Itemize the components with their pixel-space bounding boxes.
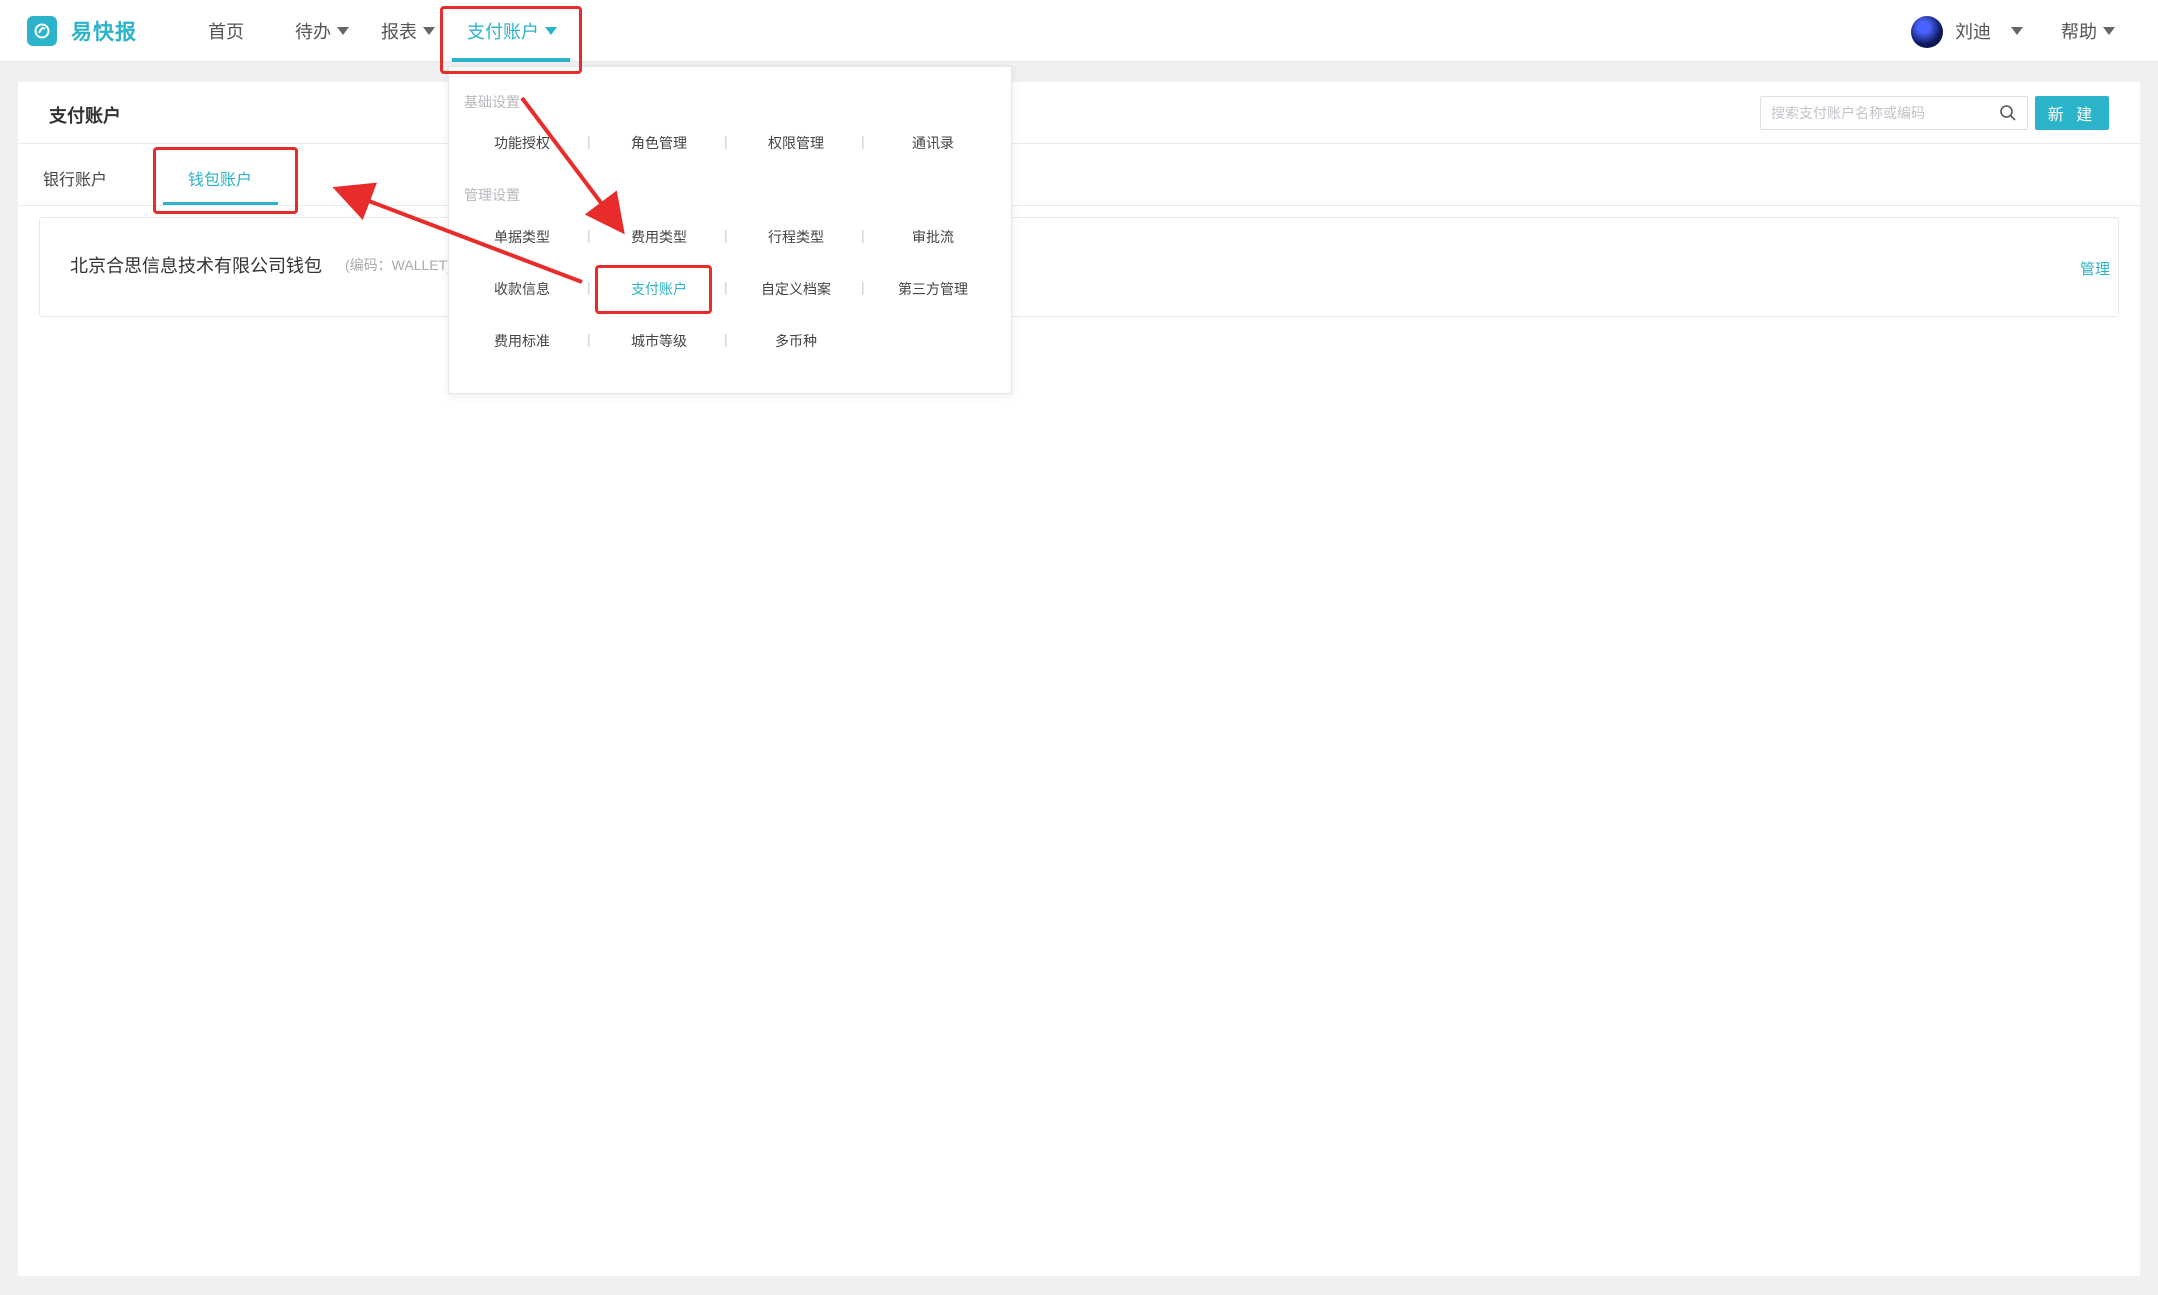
separator: |: [724, 331, 728, 347]
logo-icon: [27, 16, 57, 46]
nav-home[interactable]: 首页: [208, 18, 244, 44]
separator: |: [587, 133, 591, 149]
tab-bank-accounts[interactable]: 银行账户: [43, 166, 107, 190]
nav-todo[interactable]: 待办: [295, 18, 349, 44]
separator: |: [724, 133, 728, 149]
menu-item-city-level[interactable]: 城市等级: [609, 331, 709, 351]
manage-link[interactable]: 管理: [2080, 258, 2110, 279]
separator: |: [587, 331, 591, 347]
nav-todo-label: 待办: [295, 22, 331, 42]
search-icon[interactable]: [1999, 104, 2017, 122]
menu-item-expense-standard[interactable]: 费用标准: [472, 331, 572, 351]
highlight-nav-pay-accounts: [440, 6, 582, 74]
help-menu[interactable]: 帮助: [2061, 18, 2115, 44]
group-basic-settings: 基础设置: [464, 94, 520, 110]
group-manage-settings: 管理设置: [464, 187, 520, 203]
separator: |: [587, 227, 591, 243]
account-tabs: 银行账户 钱包账户: [18, 144, 2140, 206]
highlight-tab-wallet: [153, 147, 298, 214]
list-item: 北京合思信息技术有限公司钱包 (编码：WALLET) 管理: [39, 217, 2119, 317]
separator: |: [724, 279, 728, 295]
user-menu[interactable]: 刘迪: [1955, 18, 2023, 44]
caret-down-icon: [2103, 27, 2115, 35]
menu-item-doc-type[interactable]: 单据类型: [472, 227, 572, 247]
search-input[interactable]: [1771, 105, 1981, 121]
panel-header: 支付账户 新 建: [18, 82, 2140, 144]
new-button[interactable]: 新 建: [2035, 96, 2109, 130]
menu-item-approval-flow[interactable]: 审批流: [883, 227, 983, 247]
menu-item-payee-info[interactable]: 收款信息: [472, 279, 572, 299]
separator: |: [861, 133, 865, 149]
settings-dropdown: 基础设置 功能授权 | 角色管理 | 权限管理 | 通讯录 管理设置 单据类型 …: [448, 66, 1012, 394]
nav-reports[interactable]: 报表: [381, 18, 435, 44]
help-label: 帮助: [2061, 22, 2097, 42]
separator: |: [587, 279, 591, 295]
avatar[interactable]: [1911, 16, 1943, 48]
separator: |: [861, 227, 865, 243]
caret-down-icon: [2011, 27, 2023, 35]
brand-logo[interactable]: 易快报: [27, 16, 137, 46]
caret-down-icon: [423, 27, 435, 35]
brand-name: 易快报: [71, 21, 137, 44]
menu-item-permission-mgmt[interactable]: 权限管理: [746, 133, 846, 153]
nav-reports-label: 报表: [381, 22, 417, 42]
menu-item-third-party[interactable]: 第三方管理: [883, 279, 983, 299]
menu-item-trip-type[interactable]: 行程类型: [746, 227, 846, 247]
menu-item-custom-archive[interactable]: 自定义档案: [746, 279, 846, 299]
user-name: 刘迪: [1955, 22, 1991, 42]
search-box[interactable]: [1760, 96, 2028, 130]
menu-item-contacts[interactable]: 通讯录: [883, 133, 983, 153]
menu-item-multi-currency[interactable]: 多币种: [746, 331, 846, 351]
page-title: 支付账户: [49, 106, 121, 126]
main-panel: 支付账户 新 建 银行账户 钱包账户 北京合思信息技术有限公司钱包 (编码：WA…: [18, 82, 2140, 1276]
account-name: 北京合思信息技术有限公司钱包: [70, 256, 322, 276]
nav-home-label: 首页: [208, 22, 244, 42]
separator: |: [861, 279, 865, 295]
highlight-menu-pay-accounts: [595, 265, 712, 314]
menu-item-role-mgmt[interactable]: 角色管理: [609, 133, 709, 153]
menu-item-function-auth[interactable]: 功能授权: [472, 133, 572, 153]
menu-item-expense-type[interactable]: 费用类型: [609, 227, 709, 247]
caret-down-icon: [337, 27, 349, 35]
top-nav-bar: 易快报 首页 待办 报表 支付账户 刘迪 帮助: [0, 0, 2158, 62]
account-code: (编码：WALLET): [345, 257, 452, 273]
separator: |: [724, 227, 728, 243]
